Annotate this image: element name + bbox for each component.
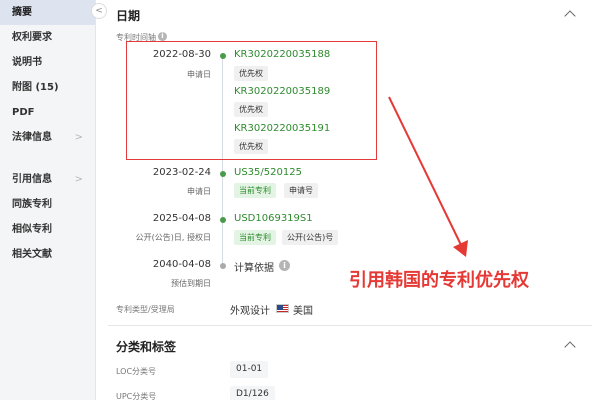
annotation-arrow <box>388 96 468 257</box>
annotation-text: 引用韩国的专利优先权 <box>349 270 529 291</box>
